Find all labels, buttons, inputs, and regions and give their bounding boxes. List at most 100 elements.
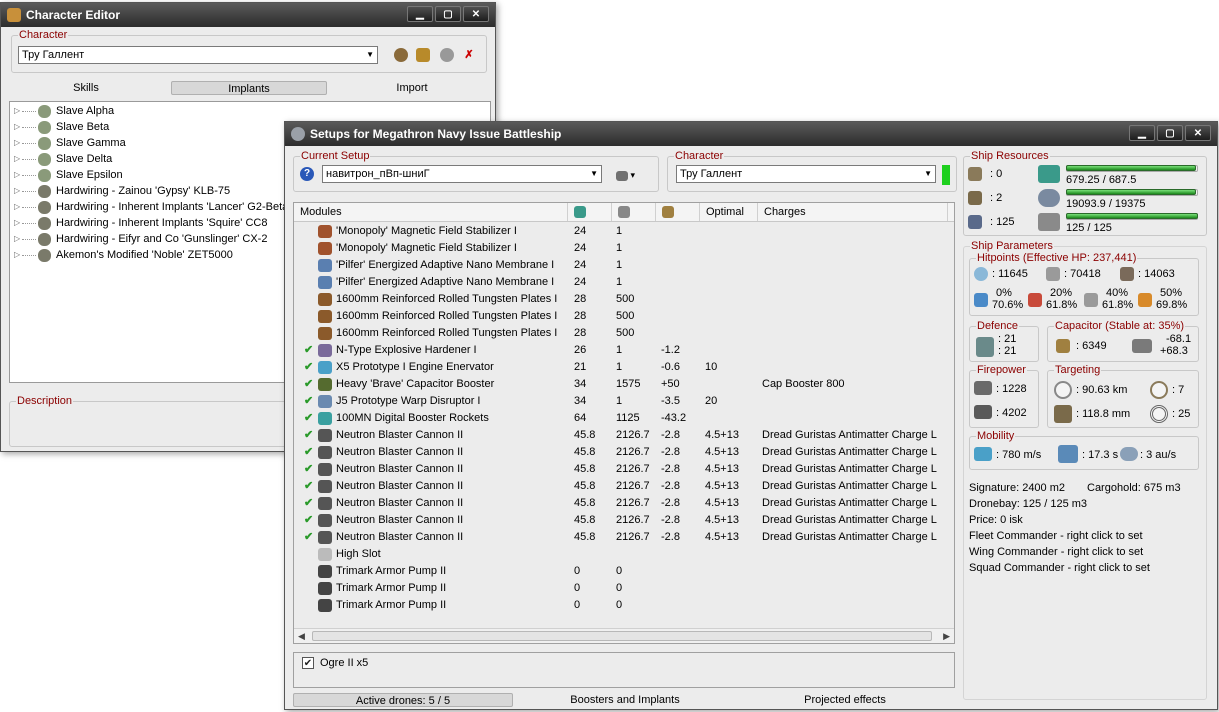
- expand-icon[interactable]: ▷: [10, 215, 22, 231]
- tab-import[interactable]: Import: [357, 81, 467, 95]
- module-row[interactable]: Trimark Armor Pump II 0 0: [294, 597, 944, 614]
- module-row[interactable]: ✔ N-Type Explosive Hardener I 26 1 -1.2: [294, 342, 944, 359]
- module-row[interactable]: 1600mm Reinforced Rolled Tungsten Plates…: [294, 291, 944, 308]
- col-cap[interactable]: [656, 203, 700, 221]
- module-row[interactable]: Trimark Armor Pump II 0 0: [294, 580, 944, 597]
- module-active-check[interactable]: ✔: [304, 376, 313, 393]
- module-row[interactable]: 1600mm Reinforced Rolled Tungsten Plates…: [294, 308, 944, 325]
- module-row[interactable]: ✔ Neutron Blaster Cannon II 45.8 2126.7 -2.8…: [294, 427, 944, 444]
- drone-checkbox[interactable]: ✔: [302, 657, 314, 669]
- module-active-check[interactable]: ✔: [304, 461, 313, 478]
- horizontal-scrollbar[interactable]: ◀ ▶: [294, 628, 954, 643]
- expand-icon[interactable]: ▷: [10, 151, 22, 167]
- scroll-right-icon[interactable]: ▶: [943, 629, 950, 643]
- char-delete-icon[interactable]: ✗: [462, 48, 476, 62]
- expand-icon[interactable]: ▷: [10, 167, 22, 183]
- minimize-button[interactable]: ▁: [1129, 125, 1155, 141]
- squad-commander-slot[interactable]: Squad Commander - right click to set: [969, 562, 1150, 574]
- module-row[interactable]: 'Pilfer' Energized Adaptive Nano Membran…: [294, 274, 944, 291]
- fleet-commander-slot[interactable]: Fleet Commander - right click to set: [969, 530, 1143, 542]
- scroll-left-icon[interactable]: ◀: [298, 629, 305, 643]
- module-row[interactable]: ✔ Neutron Blaster Cannon II 45.8 2126.7 -2.8…: [294, 495, 944, 512]
- expand-icon[interactable]: ▷: [10, 119, 22, 135]
- expand-icon[interactable]: ▷: [10, 231, 22, 247]
- module-row[interactable]: 1600mm Reinforced Rolled Tungsten Plates…: [294, 325, 944, 342]
- tab-skills[interactable]: Skills: [31, 81, 141, 95]
- cap-delta-1: -68.1: [1166, 333, 1192, 345]
- help-icon[interactable]: ?: [300, 167, 314, 181]
- expand-icon[interactable]: ▷: [10, 183, 22, 199]
- character-group: Character Тру Галлент ▼ ✗: [11, 29, 487, 73]
- module-name: 1600mm Reinforced Rolled Tungsten Plates…: [336, 327, 558, 339]
- module-active-check[interactable]: ✔: [304, 393, 313, 410]
- module-row[interactable]: 'Pilfer' Energized Adaptive Nano Membran…: [294, 257, 944, 274]
- minimize-button[interactable]: ▁: [407, 6, 433, 22]
- module-power: 1: [616, 259, 623, 271]
- module-row[interactable]: ✔ X5 Prototype I Engine Enervator 21 1 -0.6 1…: [294, 359, 944, 376]
- expand-icon[interactable]: ▷: [10, 247, 22, 263]
- setup-character-label: Character: [674, 150, 725, 162]
- bandwidth-bar-track: [1066, 213, 1198, 220]
- maximize-button[interactable]: ▢: [435, 6, 461, 22]
- implant-icon: [38, 152, 51, 166]
- char-edit-icon[interactable]: [416, 48, 430, 62]
- cpu-icon: [574, 206, 586, 219]
- module-row[interactable]: ✔ Neutron Blaster Cannon II 45.8 2126.7 -2.8…: [294, 478, 944, 495]
- module-active-check[interactable]: ✔: [304, 359, 313, 376]
- char-editor-titlebar[interactable]: Character Editor ▁ ▢ ✕: [1, 3, 495, 27]
- drone-bay-icon: [968, 215, 982, 229]
- module-row[interactable]: ✔ Neutron Blaster Cannon II 45.8 2126.7 -2.8…: [294, 444, 944, 461]
- expand-icon[interactable]: ▷: [10, 103, 22, 119]
- setup-select[interactable]: навитрон_пВп-шниГ ▼: [322, 165, 602, 183]
- module-active-check[interactable]: ✔: [304, 495, 313, 512]
- scroll-thumb[interactable]: [312, 631, 932, 641]
- close-button[interactable]: ✕: [1185, 125, 1211, 141]
- module-row[interactable]: ✔ Neutron Blaster Cannon II 45.8 2126.7 -2.8…: [294, 512, 944, 529]
- module-row[interactable]: 'Monopoly' Magnetic Field Stabilizer I 24…: [294, 240, 944, 257]
- module-active-check[interactable]: ✔: [304, 410, 313, 427]
- module-power: 0: [616, 582, 623, 594]
- module-row[interactable]: ✔ Neutron Blaster Cannon II 45.8 2126.7 -2.8…: [294, 529, 944, 546]
- module-row[interactable]: High Slot: [294, 546, 944, 563]
- tab-active-drones[interactable]: Active drones: 5 / 5: [293, 693, 513, 707]
- implant-tree-item[interactable]: ▷ Slave Alpha: [10, 103, 490, 119]
- setups-titlebar[interactable]: Setups for Megathron Navy Issue Battlesh…: [285, 122, 1217, 146]
- module-active-check[interactable]: ✔: [304, 529, 313, 546]
- char-open-icon[interactable]: [394, 48, 408, 62]
- module-cpu: 64: [574, 412, 587, 424]
- tab-implants[interactable]: Implants: [171, 81, 327, 95]
- module-active-check[interactable]: ✔: [304, 512, 313, 529]
- col-power[interactable]: [612, 203, 656, 221]
- firepower-value-1: : 1228: [996, 383, 1027, 395]
- module-row[interactable]: ✔ Neutron Blaster Cannon II 45.8 2126.7 -2.8…: [294, 461, 944, 478]
- module-active-check[interactable]: ✔: [304, 478, 313, 495]
- module-charge: Dread Guristas Antimatter Charge L: [762, 531, 937, 543]
- tab-boosters-implants[interactable]: Boosters and Implants: [535, 693, 715, 707]
- expand-icon[interactable]: ▷: [10, 199, 22, 215]
- module-active-check[interactable]: ✔: [304, 342, 313, 359]
- setup-character-select[interactable]: Тру Галлент ▼: [676, 165, 936, 183]
- wing-commander-slot[interactable]: Wing Commander - right click to set: [969, 546, 1143, 558]
- close-button[interactable]: ✕: [463, 6, 489, 22]
- turret-dps-icon: [974, 381, 992, 395]
- col-charges[interactable]: Charges: [758, 203, 948, 221]
- module-row[interactable]: 'Monopoly' Magnetic Field Stabilizer I 24…: [294, 223, 944, 240]
- maximize-button[interactable]: ▢: [1157, 125, 1183, 141]
- module-row[interactable]: ✔ 100MN Digital Booster Rockets 64 1125 -43.…: [294, 410, 944, 427]
- kinetic-resist-top: 40%: [1106, 287, 1129, 299]
- module-row[interactable]: ✔ J5 Prototype Warp Disruptor I 34 1 -3.5 20: [294, 393, 944, 410]
- character-select[interactable]: Тру Галлент ▼: [18, 46, 378, 64]
- capacitor-amount: : 6349: [1076, 340, 1107, 352]
- setup-actions-button[interactable]: ▾: [616, 166, 646, 184]
- module-row[interactable]: Trimark Armor Pump II 0 0: [294, 563, 944, 580]
- col-optimal[interactable]: Optimal: [700, 203, 758, 221]
- module-active-check[interactable]: ✔: [304, 427, 313, 444]
- tab-projected-effects[interactable]: Projected effects: [755, 693, 935, 707]
- module-active-check[interactable]: ✔: [304, 444, 313, 461]
- targeting-group: Targeting : 90.63 km : 7 : 118.8 mm : 25: [1047, 364, 1199, 428]
- col-modules[interactable]: Modules: [294, 203, 568, 221]
- module-row[interactable]: ✔ Heavy 'Brave' Capacitor Booster 34 1575 +5…: [294, 376, 944, 393]
- expand-icon[interactable]: ▷: [10, 135, 22, 151]
- col-cpu[interactable]: [568, 203, 612, 221]
- char-copy-icon[interactable]: [440, 48, 454, 62]
